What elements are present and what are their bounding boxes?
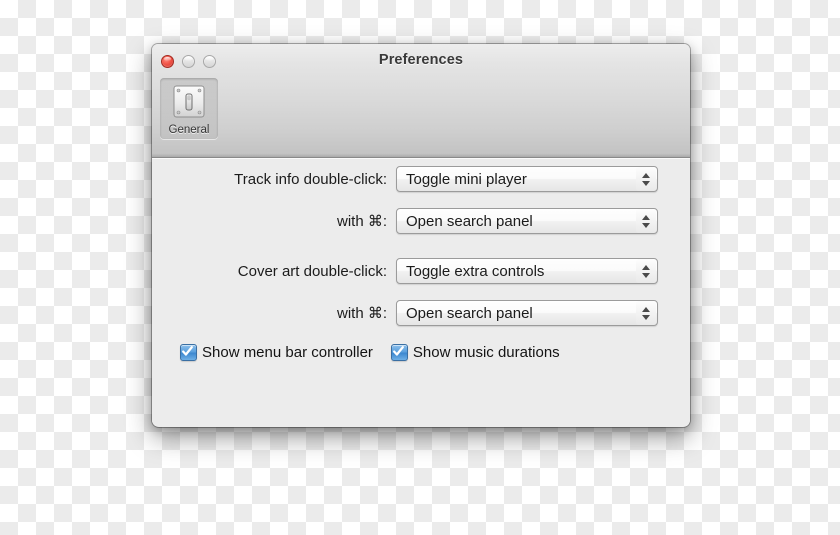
track-info-cmd-action-popup[interactable]: Open search panel xyxy=(396,208,658,234)
chevron-up-icon xyxy=(642,264,650,270)
form-row-track-info-cmd: with ⌘: Open search panel xyxy=(152,208,690,234)
track-info-action-popup[interactable]: Toggle mini player xyxy=(396,166,658,192)
general-preferences-pane: Track info double-click: Toggle mini pla… xyxy=(152,158,690,426)
track-info-action-value: Toggle mini player xyxy=(406,170,527,188)
checkmark-icon xyxy=(180,344,197,361)
cover-art-cmd-action-value: Open search panel xyxy=(406,304,533,322)
form-row-cover-art: Cover art double-click: Toggle extra con… xyxy=(152,258,690,284)
window-chrome: Preferences General xyxy=(152,44,690,158)
checkmark-icon xyxy=(390,344,408,361)
stepper-arrows-icon[interactable] xyxy=(636,259,656,283)
toolbar-item-general[interactable]: General xyxy=(160,78,218,139)
cover-art-cmd-action-popup[interactable]: Open search panel xyxy=(396,300,658,326)
cover-art-cmd-label: with ⌘: xyxy=(336,305,387,322)
checkbox-show-music-durations-label: Show music durations xyxy=(412,344,560,361)
preferences-window: Preferences General Track info double-cl… xyxy=(152,44,690,427)
chevron-up-icon xyxy=(642,172,650,178)
chevron-up-icon xyxy=(642,214,650,220)
track-info-label: Track info double-click: xyxy=(234,170,387,188)
toolbar-item-general-label: General xyxy=(168,124,210,136)
window-title: Preferences xyxy=(378,52,464,68)
chevron-down-icon xyxy=(642,180,650,186)
cover-art-action-value: Toggle extra controls xyxy=(406,262,545,280)
toolbar: General xyxy=(160,78,218,139)
checkbox-show-menu-bar-controller-label: Show menu bar controller xyxy=(202,344,373,361)
stepper-arrows-icon[interactable] xyxy=(636,301,656,325)
track-info-cmd-label: with ⌘: xyxy=(336,213,387,230)
cover-art-action-popup[interactable]: Toggle extra controls xyxy=(396,258,658,284)
chevron-down-icon xyxy=(642,314,650,320)
stepper-arrows-icon[interactable] xyxy=(636,167,656,191)
form-row-track-info: Track info double-click: Toggle mini pla… xyxy=(152,166,690,192)
checkbox-group: Show menu bar controller Show music dura… xyxy=(180,344,560,361)
chevron-down-icon xyxy=(642,272,650,278)
cover-art-label: Cover art double-click: xyxy=(237,262,387,280)
form-row-cover-art-cmd: with ⌘: Open search panel xyxy=(152,300,690,326)
track-info-cmd-action-value: Open search panel xyxy=(406,212,533,230)
chevron-down-icon xyxy=(642,222,650,228)
light-switch-icon xyxy=(173,85,205,118)
checkbox-show-music-durations[interactable]: Show music durations xyxy=(390,344,560,361)
stepper-arrows-icon[interactable] xyxy=(636,209,656,233)
chevron-up-icon xyxy=(642,306,650,312)
checkbox-show-menu-bar-controller[interactable]: Show menu bar controller xyxy=(180,344,373,361)
